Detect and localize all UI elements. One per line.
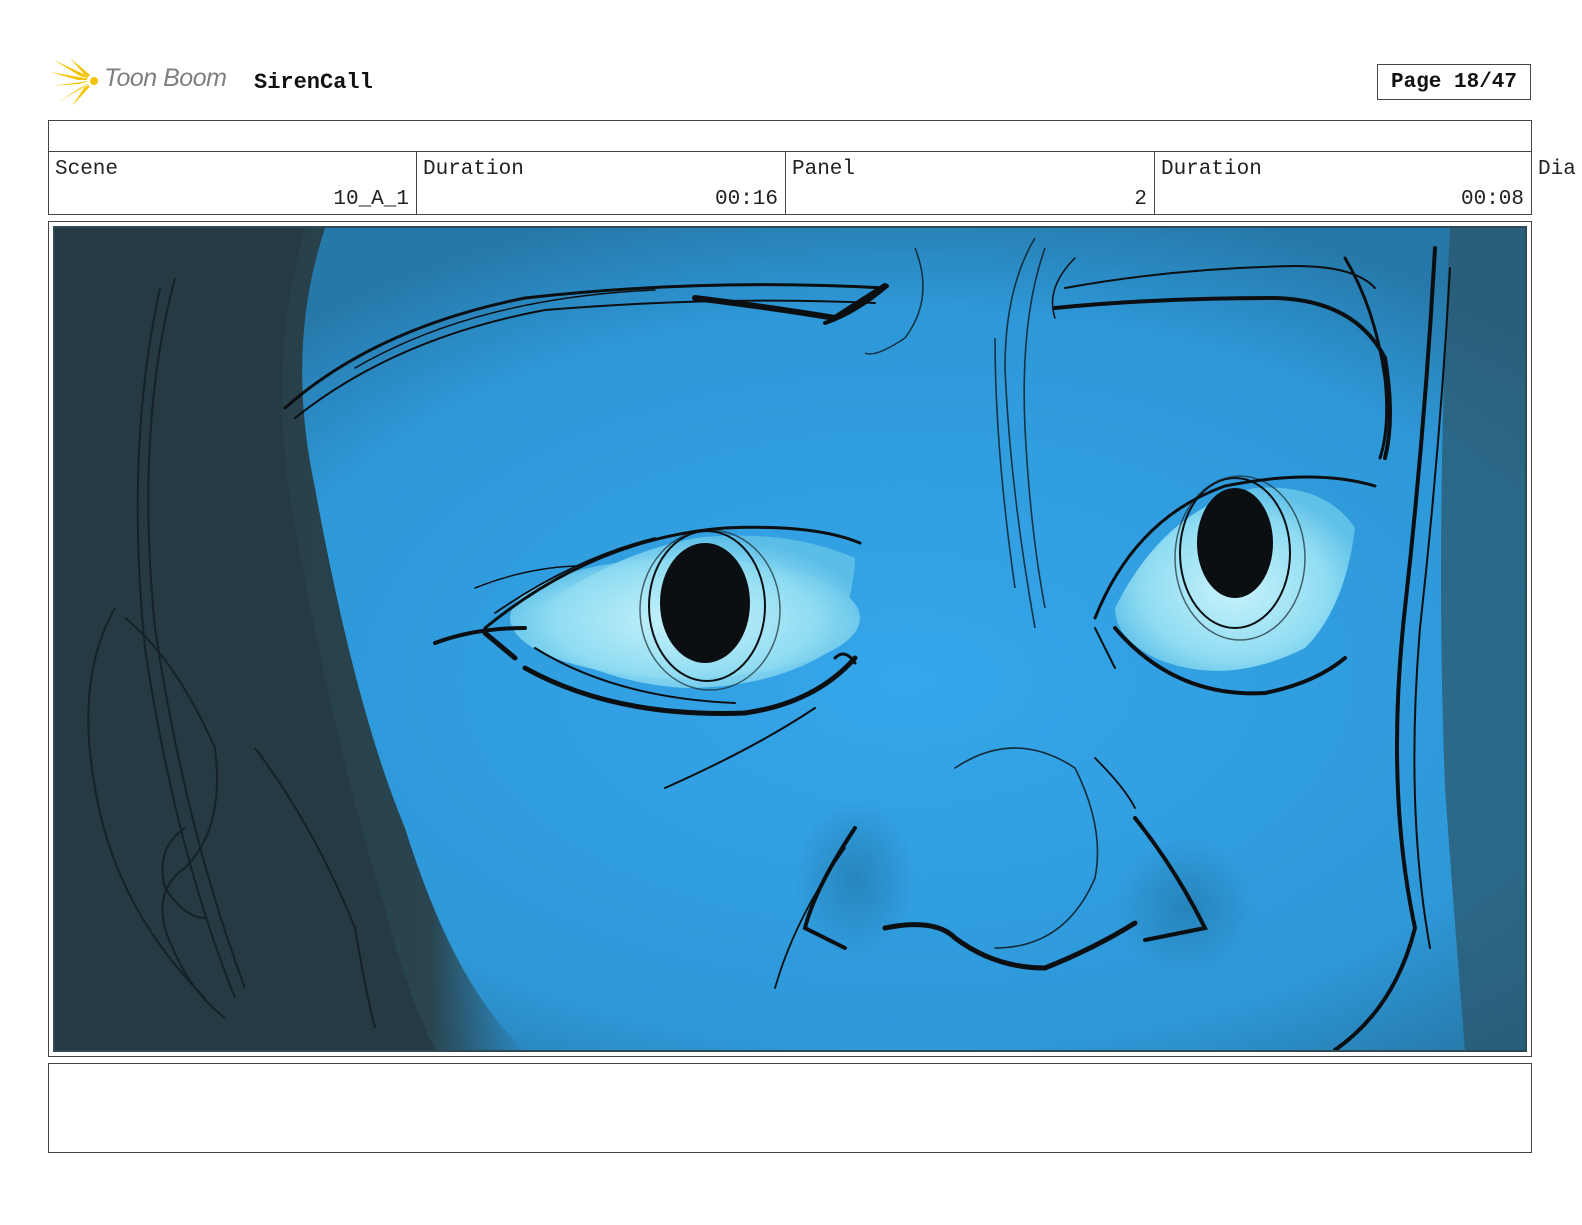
scene-value: 10_A_1: [333, 188, 409, 211]
panel-image: [53, 226, 1527, 1052]
scene-duration-value: 00:16: [714, 188, 778, 211]
info-row: Scene 10_A_1 Duration 00:16 Panel 2 Dura…: [48, 151, 1582, 215]
dialogue-label: Dia: [1538, 158, 1576, 181]
panel-duration-value: 00:08: [1460, 188, 1524, 211]
page-indicator: Page 18/47: [1377, 64, 1531, 100]
brand-name: Toon Boom: [104, 64, 227, 92]
title-strip: [48, 120, 1532, 152]
panel-duration-label: Duration: [1161, 158, 1262, 181]
project-title: SirenCall: [254, 70, 373, 95]
closeup-face-sketch-icon: [55, 228, 1525, 1050]
scene-duration-label: Duration: [423, 158, 524, 181]
panel-frame: [48, 221, 1532, 1057]
starburst-icon: [50, 58, 101, 106]
notes-box: [48, 1063, 1532, 1153]
panel-label: Panel: [792, 158, 856, 181]
scene-label: Scene: [55, 158, 119, 181]
panel-value: 2: [1134, 188, 1147, 211]
panel-duration-cell: Duration 00:08: [1154, 151, 1532, 215]
scene-duration-cell: Duration 00:16: [416, 151, 786, 215]
scene-cell: Scene 10_A_1: [48, 151, 417, 215]
panel-cell: Panel 2: [785, 151, 1155, 215]
